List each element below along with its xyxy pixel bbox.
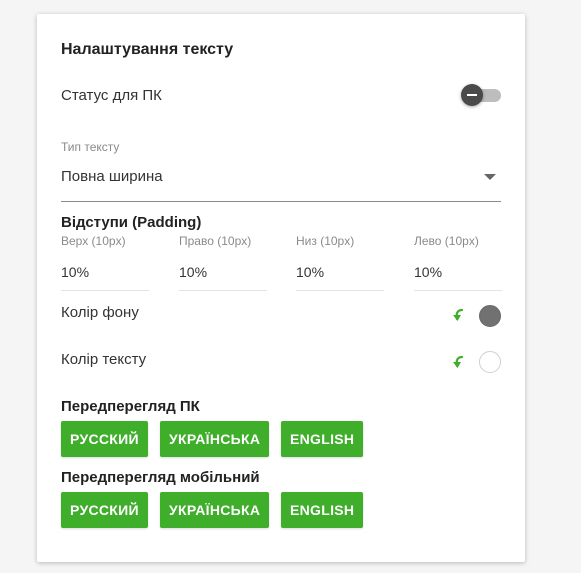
padding-right-label: Право (10px) <box>179 234 252 248</box>
preview-mobile-english-button[interactable]: ENGLISH <box>281 492 364 528</box>
padding-top-field: Верх (10px) <box>61 234 149 292</box>
status-toggle[interactable] <box>461 84 501 106</box>
preview-mobile-russian-button[interactable]: РУССКИЙ <box>61 492 148 528</box>
select-underline <box>61 201 501 202</box>
toggle-knob <box>461 84 483 106</box>
padding-title: Відступи (Padding) <box>61 214 202 231</box>
text-settings-panel: Налаштування тексту Статус для ПК Тип те… <box>37 14 525 562</box>
panel-title: Налаштування тексту <box>61 41 234 58</box>
text-color-swatch[interactable] <box>479 351 501 373</box>
preview-pc-ukrainian-button[interactable]: УКРАЇНСЬКА <box>160 421 270 457</box>
padding-top-label: Верх (10px) <box>61 234 126 248</box>
text-color-label: Колір тексту <box>61 351 147 368</box>
preview-mobile-title: Передперегляд мобільний <box>61 469 260 486</box>
reset-arrow-icon[interactable] <box>450 307 466 323</box>
text-type-label: Тип тексту <box>61 140 120 154</box>
padding-bottom-field: Низ (10px) <box>296 234 384 292</box>
padding-right-input[interactable] <box>179 264 267 280</box>
padding-bottom-label: Низ (10px) <box>296 234 355 248</box>
padding-left-input[interactable] <box>414 264 502 280</box>
preview-mobile-ukrainian-button[interactable]: УКРАЇНСЬКА <box>160 492 270 528</box>
preview-pc-english-button[interactable]: ENGLISH <box>281 421 364 457</box>
background-color-label: Колір фону <box>61 304 139 321</box>
reset-arrow-icon[interactable] <box>450 354 466 370</box>
padding-left-field: Лево (10px) <box>414 234 502 292</box>
status-label: Статус для ПК <box>61 87 162 104</box>
preview-pc-russian-button[interactable]: РУССКИЙ <box>61 421 148 457</box>
text-type-select[interactable]: Повна ширина <box>61 168 163 185</box>
padding-bottom-input[interactable] <box>296 264 384 280</box>
preview-pc-title: Передперегляд ПК <box>61 398 200 415</box>
padding-left-label: Лево (10px) <box>414 234 479 248</box>
caret-down-icon[interactable] <box>484 174 496 180</box>
background-color-swatch[interactable] <box>479 305 501 327</box>
padding-right-field: Право (10px) <box>179 234 267 292</box>
padding-top-input[interactable] <box>61 264 149 280</box>
